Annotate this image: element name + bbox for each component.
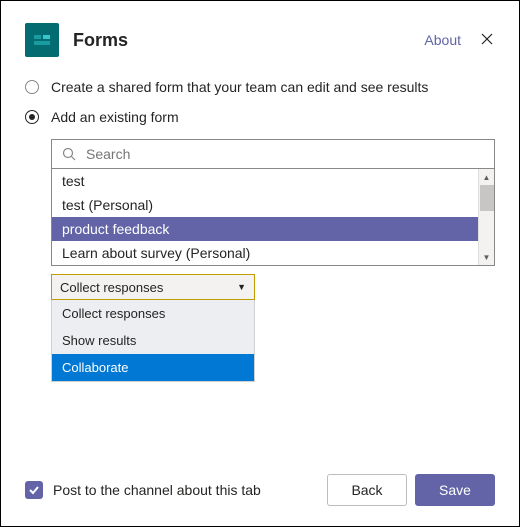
dialog-footer: Post to the channel about this tab Back … (25, 474, 495, 506)
scrollbar[interactable]: ▲ ▼ (478, 169, 494, 265)
action-select-value: Collect responses (60, 280, 163, 295)
select-option-collaborate[interactable]: Collaborate (52, 354, 254, 381)
select-option-collect[interactable]: Collect responses (52, 300, 254, 327)
back-button[interactable]: Back (327, 474, 407, 506)
scroll-down-icon[interactable]: ▼ (479, 249, 494, 265)
action-select-list: Collect responses Show results Collabora… (51, 300, 255, 382)
forms-tab-dialog: Forms About Create a shared form that yo… (0, 0, 520, 527)
button-label: Save (439, 482, 471, 498)
form-results-list: test test (Personal) product feedback Le… (51, 169, 495, 266)
radio-label: Add an existing form (51, 109, 179, 125)
search-input[interactable] (84, 145, 484, 163)
radio-add-existing-form[interactable]: Add an existing form (25, 109, 495, 125)
radio-icon (25, 110, 39, 124)
chevron-down-icon: ▼ (237, 282, 246, 292)
search-box[interactable] (51, 139, 495, 169)
list-item[interactable]: product feedback (52, 217, 494, 241)
radio-label: Create a shared form that your team can … (51, 79, 428, 95)
list-item[interactable]: test (Personal) (52, 193, 494, 217)
radio-create-shared-form[interactable]: Create a shared form that your team can … (25, 79, 495, 95)
list-item[interactable]: Learn about survey (Personal) (52, 241, 494, 265)
dialog-header: Forms About (25, 23, 495, 57)
post-to-channel-label: Post to the channel about this tab (53, 482, 319, 498)
post-to-channel-checkbox[interactable] (25, 481, 43, 499)
action-select: Collect responses ▼ Collect responses Sh… (51, 274, 255, 382)
button-label: Back (351, 482, 382, 498)
existing-form-picker: test test (Personal) product feedback Le… (51, 139, 495, 266)
close-icon (481, 33, 493, 45)
search-icon (62, 147, 76, 161)
check-icon (28, 484, 40, 496)
select-option-show-results[interactable]: Show results (52, 327, 254, 354)
dialog-title: Forms (73, 30, 424, 51)
save-button[interactable]: Save (415, 474, 495, 506)
radio-icon (25, 80, 39, 94)
forms-app-icon (25, 23, 59, 57)
scroll-up-icon[interactable]: ▲ (479, 169, 494, 185)
action-select-box[interactable]: Collect responses ▼ (51, 274, 255, 300)
about-link[interactable]: About (424, 32, 461, 48)
scroll-thumb[interactable] (480, 185, 494, 211)
list-item[interactable]: test (52, 169, 494, 193)
close-button[interactable] (479, 31, 495, 47)
